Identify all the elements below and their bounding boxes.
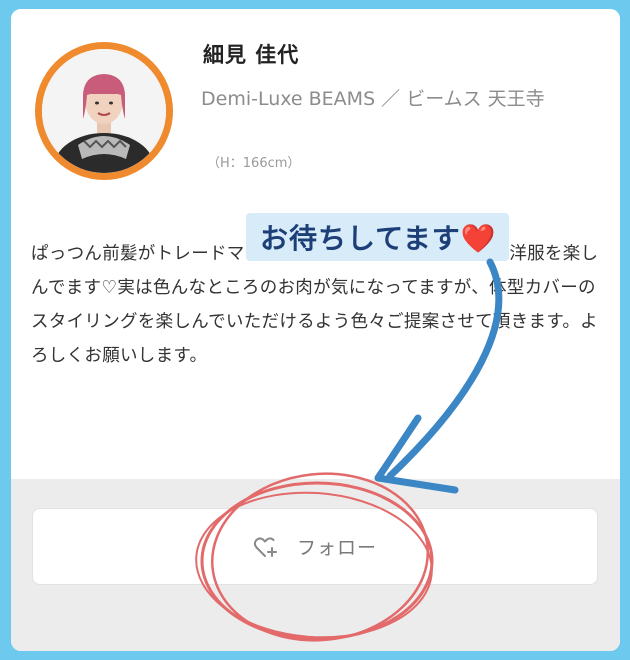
- staff-height: （H：166cm）: [207, 156, 301, 171]
- staff-profile: 細見 佳代 Demi-Luxe BEAMS ／ ビームス 天王寺 （H：166c…: [11, 9, 620, 479]
- heart-plus-icon: [253, 535, 279, 559]
- callout-text: お待ちしてます: [260, 222, 461, 255]
- follow-button[interactable]: フォロー: [32, 508, 598, 585]
- shop-name[interactable]: Demi-Luxe BEAMS ／ ビームス 天王寺: [201, 84, 601, 114]
- heart-emoji: ❤️: [460, 222, 497, 255]
- callout-label: お待ちしてます❤️: [246, 213, 509, 261]
- follow-label: フォロー: [296, 537, 377, 559]
- profile-card: 細見 佳代 Demi-Luxe BEAMS ／ ビームス 天王寺 （H：166c…: [11, 9, 620, 651]
- avatar-image: [42, 49, 166, 173]
- avatar[interactable]: [35, 42, 173, 180]
- staff-name: 細見 佳代: [203, 43, 300, 67]
